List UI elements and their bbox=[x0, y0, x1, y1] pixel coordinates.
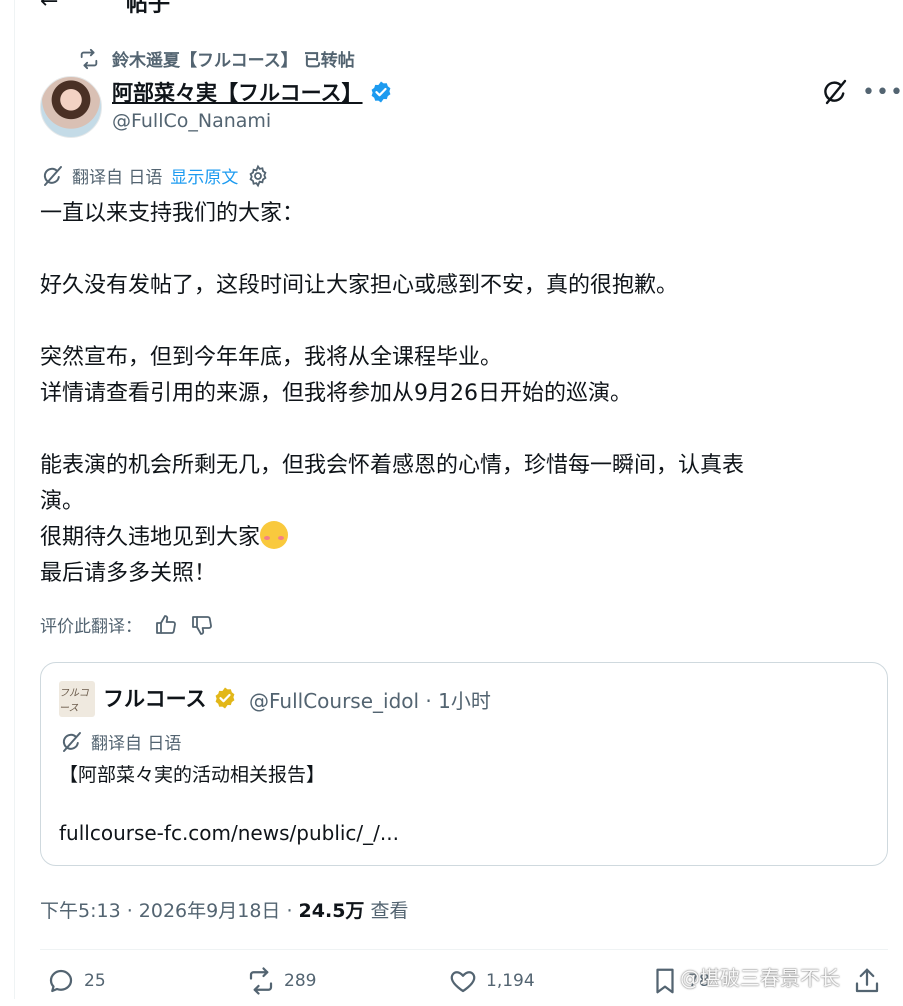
views-count: 24.5万 bbox=[298, 900, 365, 922]
thumbs-up-icon[interactable] bbox=[154, 613, 178, 637]
grok-icon[interactable] bbox=[820, 77, 850, 107]
arrow-left-icon[interactable]: ← bbox=[40, 0, 58, 14]
translate-icon bbox=[62, 731, 81, 752]
timestamp[interactable]: 下午5:13 · 2026年9月18日 · bbox=[40, 900, 299, 922]
tweet-line bbox=[40, 412, 870, 448]
tweet-line-with-emoji: 很期待久违地见到大家 bbox=[40, 520, 870, 556]
quote-link[interactable]: fullcourse-fc.com/news/public/_/... bbox=[59, 821, 399, 845]
like-count: 1,194 bbox=[486, 971, 535, 991]
tweet-line: 详情请查看引用的来源，但我将参加从9月26日开始的巡演。 bbox=[40, 381, 632, 406]
author-handle[interactable]: @FullCo_Nanami bbox=[112, 110, 271, 132]
author-name-text[interactable]: 阿部菜々実【フルコース】 bbox=[112, 77, 363, 107]
gear-icon[interactable] bbox=[246, 164, 270, 188]
quote-author-name-text[interactable]: フルコース bbox=[103, 683, 207, 713]
bookmark-icon bbox=[656, 968, 674, 994]
translate-icon bbox=[43, 165, 62, 186]
verified-badge-icon bbox=[371, 81, 390, 103]
share-icon bbox=[855, 968, 879, 993]
repost-count: 289 bbox=[284, 971, 317, 991]
divider bbox=[40, 949, 888, 950]
watermark: @堪破三春景不长 bbox=[680, 966, 840, 990]
rate-translation: 评价此翻译： bbox=[40, 612, 214, 637]
author-name[interactable]: 阿部菜々実【フルコース】 bbox=[112, 77, 393, 107]
tweet-line: 突然宣布，但到今年年底，我将从全课程毕业。 bbox=[40, 345, 503, 370]
tweet-line: 最后请多多关照！ bbox=[40, 561, 217, 586]
tweet-line: 一直以来支持我们的大家： bbox=[40, 201, 305, 226]
rate-label: 评价此翻译： bbox=[40, 617, 142, 637]
tweet-text: 一直以来支持我们的大家： 好久没有发帖了，这段时间让大家担心或感到不安，真的很抱… bbox=[40, 196, 870, 592]
show-original-link[interactable]: 显示原文 bbox=[170, 163, 238, 188]
page-title: 帖子 bbox=[126, 0, 171, 17]
heart-icon bbox=[450, 971, 476, 993]
quote-translation-notice: 翻译自 日语 bbox=[59, 729, 181, 754]
quote-handle-time[interactable]: @FullCourse_idol · 1小时 bbox=[249, 685, 491, 714]
smiling-face-emoji bbox=[260, 521, 289, 549]
translation-label: 翻译自 日语 bbox=[72, 168, 163, 188]
quote-author-name[interactable]: フルコース bbox=[103, 683, 237, 713]
quote-avatar[interactable]: フルコース bbox=[59, 681, 95, 717]
reply-count: 25 bbox=[84, 971, 106, 991]
reply-button[interactable]: 25 bbox=[46, 966, 106, 996]
repost-button[interactable]: 289 bbox=[246, 966, 316, 996]
more-options-icon[interactable]: ••• bbox=[862, 80, 903, 105]
thumbs-down-icon[interactable] bbox=[190, 613, 214, 637]
tweet-line: 好久没有发帖了，这段时间让大家担心或感到不安，真的很抱歉。 bbox=[40, 273, 679, 298]
tweet-line bbox=[40, 232, 870, 268]
avatar[interactable] bbox=[40, 76, 102, 138]
quoted-tweet-card[interactable]: フルコース フルコース @FullCourse_idol · 1小时 翻译自 日… bbox=[40, 662, 888, 866]
tweet-line: 能表演的机会所剩无几，但我会怀着感恩的心情，珍惜每一瞬间，认真表 bbox=[40, 453, 745, 478]
tweet-line: 演。 bbox=[40, 489, 85, 514]
repost-indicator: 鈴木遥夏【フルコース】 已转帖 bbox=[78, 46, 355, 71]
share-button[interactable] bbox=[852, 966, 882, 996]
tweet-metadata: 下午5:13 · 2026年9月18日 · 24.5万 查看 bbox=[40, 896, 408, 923]
quote-translation-label: 翻译自 日语 bbox=[91, 734, 182, 754]
repost-text[interactable]: 鈴木遥夏【フルコース】 已转帖 bbox=[112, 46, 355, 71]
quote-text: 【阿部菜々実的活动相关报告】 bbox=[59, 764, 326, 786]
tweet-line: 很期待久违地见到大家 bbox=[40, 525, 261, 550]
gold-verified-badge-icon bbox=[215, 687, 234, 709]
repost-icon bbox=[249, 967, 273, 995]
views-label: 查看 bbox=[364, 900, 409, 922]
timeline-border bbox=[14, 0, 15, 999]
translation-notice: 翻译自 日语 显示原文 bbox=[40, 163, 270, 188]
repost-icon bbox=[80, 48, 98, 69]
tweet-line bbox=[40, 304, 870, 340]
like-button[interactable]: 1,194 bbox=[448, 966, 535, 996]
reply-icon bbox=[49, 969, 73, 993]
page-header: ← 帖子 bbox=[40, 0, 170, 17]
